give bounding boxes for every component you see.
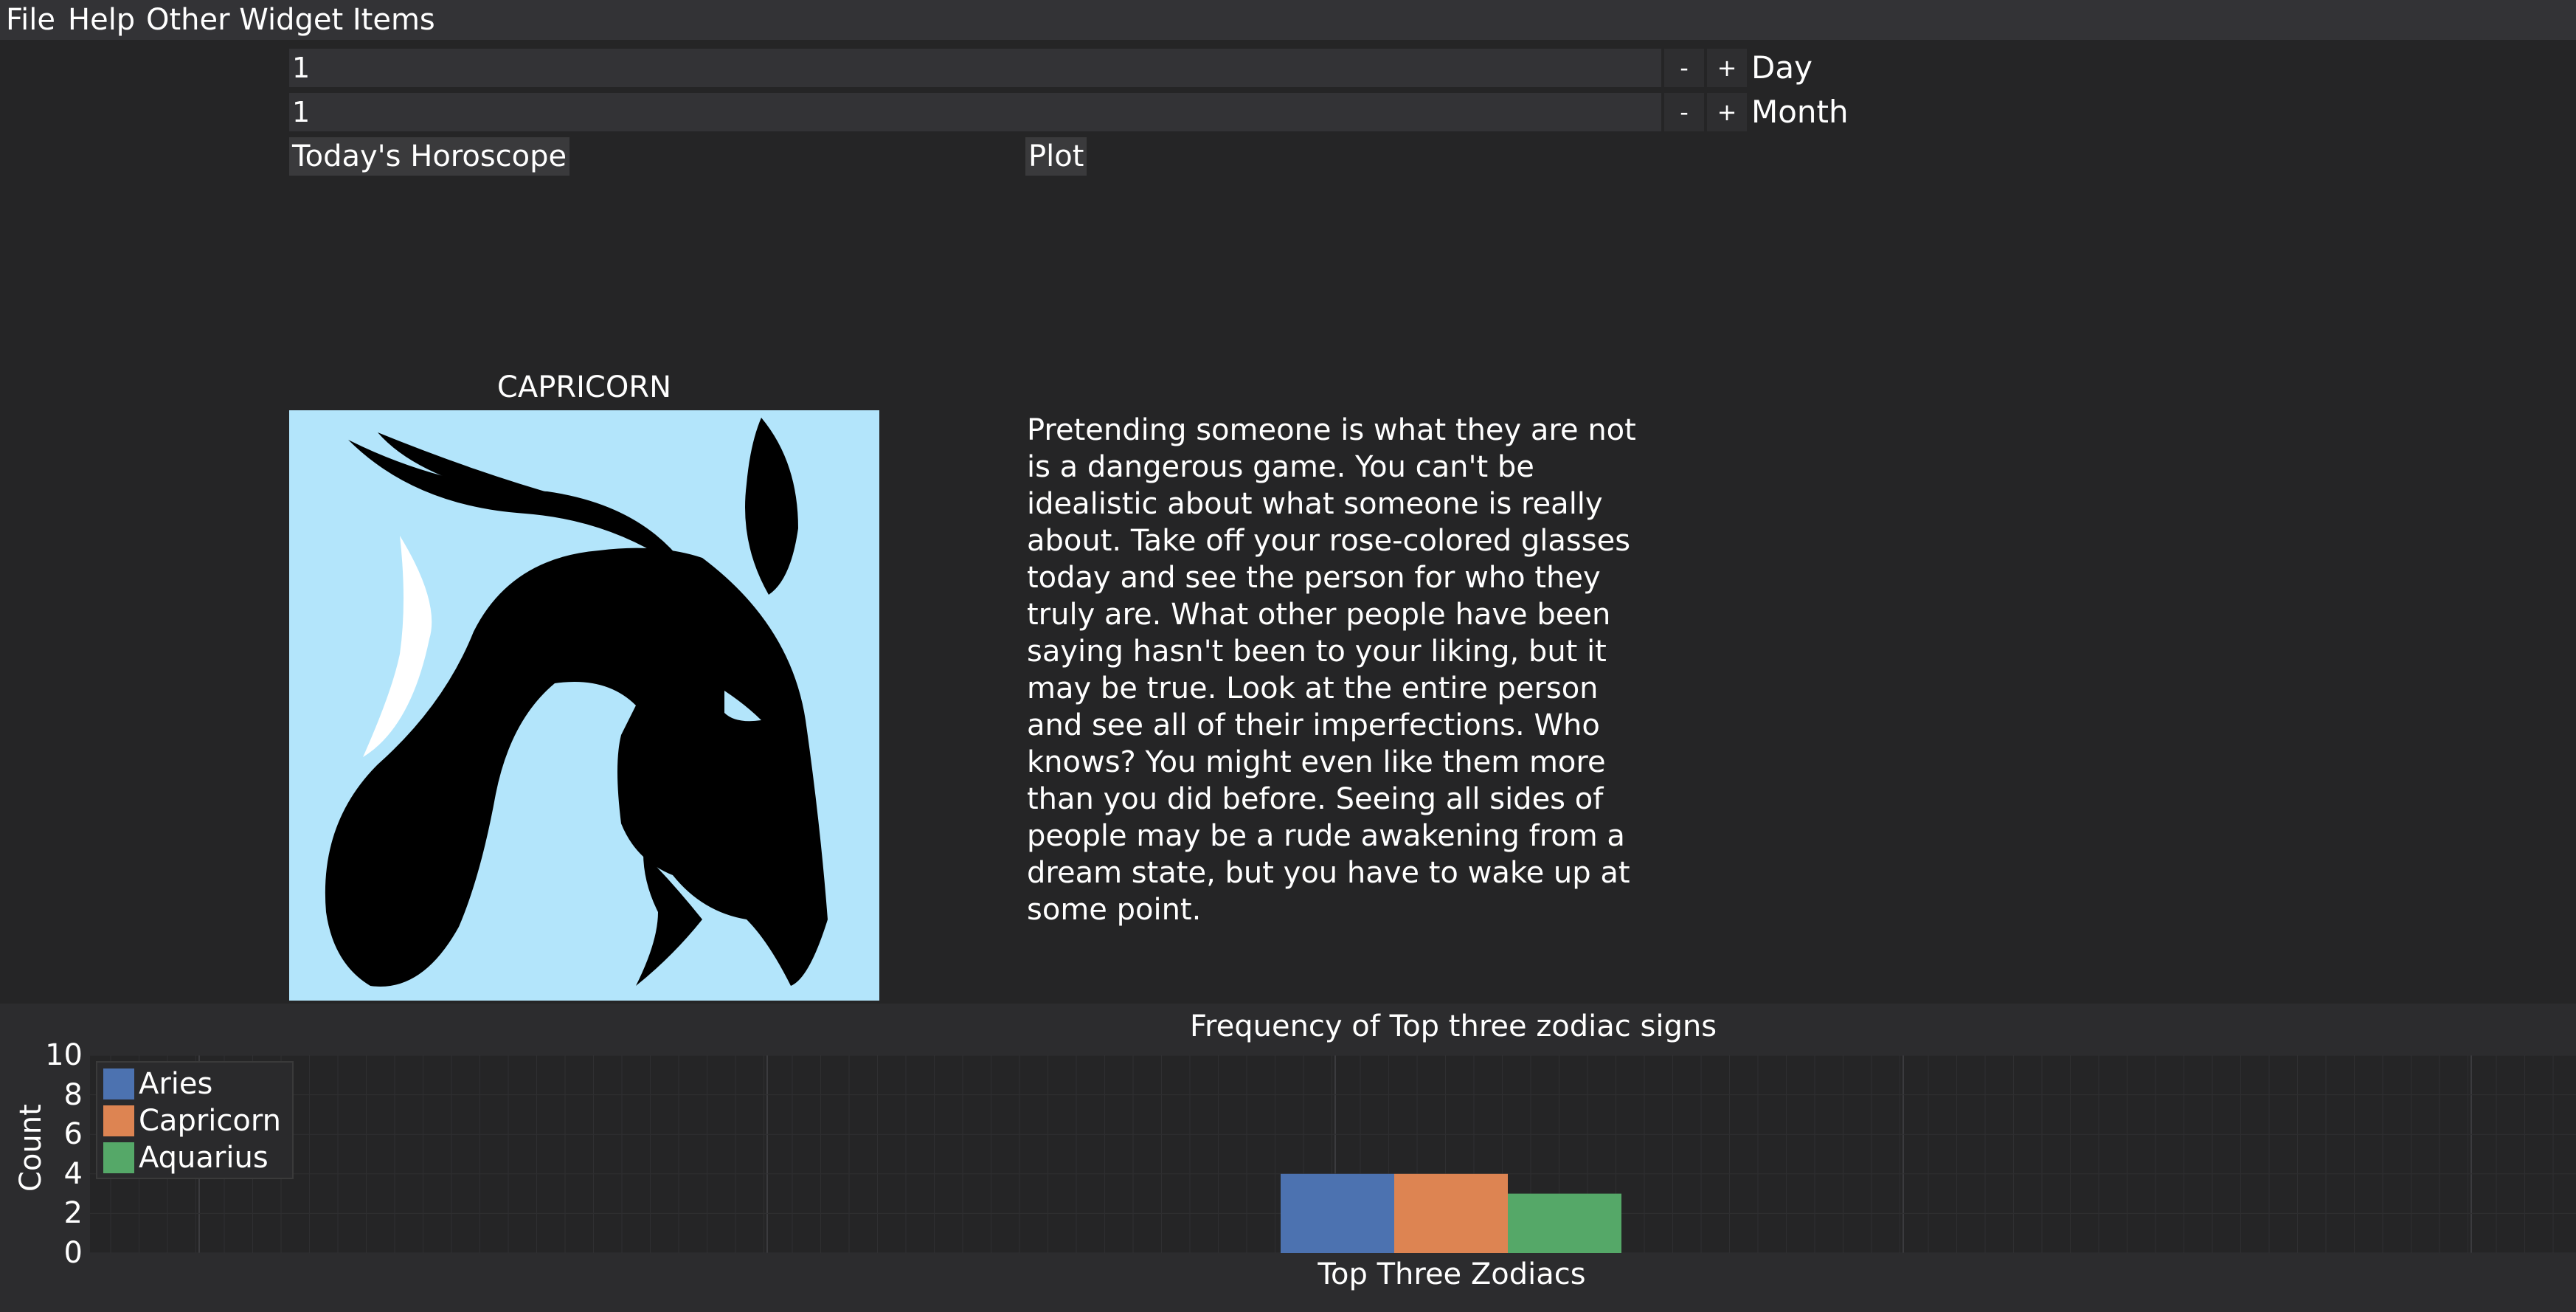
horoscope-text: Pretending someone is what they are not … bbox=[1027, 413, 1636, 927]
day-input[interactable]: 1 bbox=[289, 49, 1661, 87]
day-increment-button[interactable]: + bbox=[1707, 49, 1747, 87]
legend-label: Aries bbox=[139, 1067, 213, 1101]
y-axis-label: Count bbox=[14, 1104, 48, 1192]
menu-other-widget-items[interactable]: Other Widget Items bbox=[146, 0, 435, 40]
chart-title: Frequency of Top three zodiac signs bbox=[1189, 1009, 1717, 1043]
legend-swatch bbox=[103, 1068, 134, 1099]
plot-area bbox=[90, 1054, 2576, 1254]
zodiac-sign-title: CAPRICORN bbox=[496, 370, 672, 404]
menu-bar: File Help Other Widget Items bbox=[0, 0, 2576, 40]
chart-legend: Aries Capricorn Aquarius bbox=[96, 1061, 294, 1179]
y-tick-label: 0 bbox=[63, 1236, 83, 1270]
bar-aries bbox=[1281, 1173, 1394, 1253]
bar-chart bbox=[90, 1054, 2576, 1254]
x-axis-label: Top Three Zodiacs bbox=[1318, 1257, 1586, 1291]
month-increment-button[interactable]: + bbox=[1707, 93, 1747, 131]
day-label: Day bbox=[1751, 49, 1812, 86]
legend-item-aquarius: Aquarius bbox=[100, 1139, 285, 1175]
menu-help[interactable]: Help bbox=[68, 0, 135, 40]
bar-capricorn bbox=[1394, 1173, 1508, 1253]
legend-item-capricorn: Capricorn bbox=[100, 1102, 285, 1138]
legend-swatch bbox=[103, 1142, 134, 1173]
month-input-value: 1 bbox=[292, 96, 311, 128]
legend-label: Aquarius bbox=[139, 1141, 269, 1175]
day-decrement-button[interactable]: - bbox=[1664, 49, 1704, 87]
month-label: Month bbox=[1751, 94, 1849, 130]
todays-horoscope-button[interactable]: Today's Horoscope bbox=[289, 137, 570, 176]
y-tick-label: 2 bbox=[63, 1196, 83, 1231]
y-tick-label: 10 bbox=[45, 1038, 83, 1072]
month-decrement-button[interactable]: - bbox=[1664, 93, 1704, 131]
day-input-value: 1 bbox=[292, 52, 311, 84]
month-input[interactable]: 1 bbox=[289, 93, 1661, 131]
capricorn-goat-icon bbox=[289, 410, 879, 1001]
menu-file[interactable]: File bbox=[6, 0, 55, 40]
legend-swatch bbox=[103, 1105, 134, 1136]
legend-item-aries: Aries bbox=[100, 1066, 285, 1101]
bar-aquarius bbox=[1508, 1193, 1621, 1253]
plot-button[interactable]: Plot bbox=[1025, 137, 1087, 176]
legend-label: Capricorn bbox=[139, 1104, 281, 1138]
